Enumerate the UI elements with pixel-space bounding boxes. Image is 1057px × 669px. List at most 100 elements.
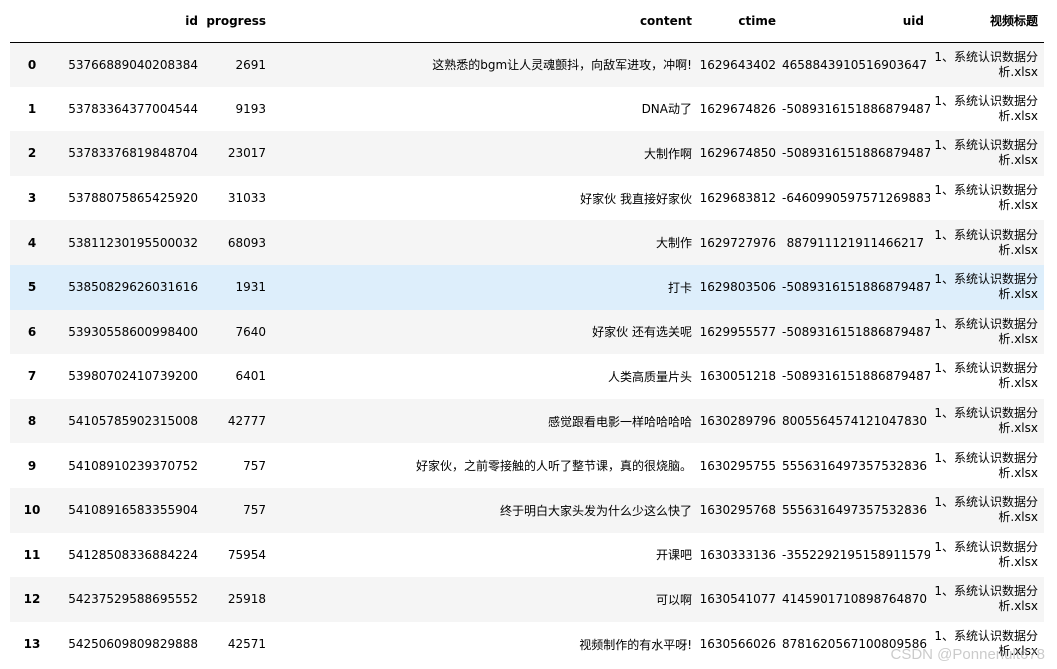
ctime-cell: 1629803506: [699, 280, 776, 295]
uid-cell: 5556316497357532836: [782, 503, 928, 518]
ctime-cell: 1629955577: [699, 324, 776, 339]
id-cell: 54250609809829888: [68, 637, 198, 652]
video-title-cell: 1、系统认识数据分析.xlsx: [934, 495, 1038, 525]
id-cell: 53980702410739200: [68, 369, 198, 384]
content-cell: DNA动了: [641, 102, 692, 117]
header-id: id: [54, 0, 204, 43]
uid-cell: 8781620567100809586: [782, 637, 928, 652]
video-title-cell: 1、系统认识数据分析.xlsx: [934, 450, 1038, 480]
progress-cell: 42571: [227, 637, 266, 652]
content-cell: 大制作: [655, 236, 692, 251]
video-title-cell: 1、系统认识数据分析.xlsx: [934, 406, 1038, 436]
row-index: 11: [23, 547, 41, 562]
content-cell: 打卡: [667, 280, 692, 295]
row-index: 10: [23, 503, 41, 518]
content-cell: 这熟悉的bgm让人灵魂颤抖，向敌军进攻，冲啊!: [432, 58, 692, 73]
table-row: 2 53783376819848704 23017 大制作啊 1629674850 -50…: [10, 131, 1044, 176]
video-title-cell: 1、系统认识数据分析.xlsx: [934, 629, 1038, 659]
progress-cell: 31033: [227, 191, 266, 206]
row-index: 6: [27, 324, 37, 339]
ctime-cell: 1629683812: [699, 191, 776, 206]
progress-cell: 42777: [227, 414, 266, 429]
id-cell: 54105785902315008: [68, 414, 198, 429]
content-cell: 好家伙，之前零接触的人听了整节课，真的很烧脑。: [415, 459, 692, 474]
id-cell: 54108910239370752: [68, 458, 198, 473]
row-index: 2: [27, 146, 37, 161]
ctime-cell: 1629674826: [699, 101, 776, 116]
video-title-cell: 1、系统认识数据分析.xlsx: [934, 361, 1038, 391]
row-index: 0: [27, 57, 37, 72]
progress-cell: 2691: [235, 57, 266, 72]
ctime-cell: 1630289796: [699, 414, 776, 429]
content-cell: 好家伙 我直接好家伙: [580, 191, 692, 206]
video-title-cell: 1、系统认识数据分析.xlsx: [934, 49, 1038, 79]
table-header: id progress content ctime uid 视频标题: [10, 0, 1044, 43]
uid-cell: 887911121911466217: [786, 235, 924, 250]
header-progress: progress: [204, 0, 272, 43]
content-cell: 感觉跟看电影一样哈哈哈哈: [547, 414, 692, 429]
ctime-cell: 1630051218: [699, 369, 776, 384]
row-index: 12: [23, 592, 41, 607]
uid-cell: 8005564574121047830: [782, 414, 928, 429]
ctime-cell: 1630295755: [699, 458, 776, 473]
progress-cell: 757: [243, 503, 266, 518]
uid-cell: -5089316151886879487: [782, 101, 930, 116]
row-index: 13: [23, 637, 41, 652]
content-cell: 可以啊: [655, 592, 692, 607]
header-row: id progress content ctime uid 视频标题: [10, 0, 1044, 43]
progress-cell: 9193: [235, 101, 266, 116]
uid-cell: -6460990597571269883: [782, 191, 930, 206]
uid-cell: -5089316151886879487: [782, 280, 930, 295]
uid-cell: 4145901710898764870: [782, 592, 928, 607]
dataframe-table: id progress content ctime uid 视频标题 0 5376…: [10, 0, 1044, 667]
progress-cell: 68093: [227, 235, 266, 250]
row-index: 8: [27, 414, 37, 429]
header-video-title: 视频标题: [930, 0, 1044, 43]
id-cell: 53788075865425920: [68, 191, 198, 206]
video-title-cell: 1、系统认识数据分析.xlsx: [934, 316, 1038, 346]
table-row: 13 54250609809829888 42571 视频制作的有水平呀! 163056…: [10, 621, 1044, 667]
content-cell: 视频制作的有水平呀!: [579, 637, 692, 652]
id-cell: 53766889040208384: [68, 57, 198, 72]
uid-cell: -5089316151886879487: [782, 324, 930, 339]
video-title-cell: 1、系统认识数据分析.xlsx: [934, 539, 1038, 569]
content-cell: 人类高质量片头: [607, 369, 692, 384]
table-row: 11 54128508336884224 75954 开课吧 1630333136 -35…: [10, 532, 1044, 578]
table-row: 10 54108916583355904 757 终于明白大家头发为什么少这么快了 16…: [10, 487, 1044, 533]
row-index: 7: [27, 369, 37, 384]
id-cell: 53811230195500032: [68, 235, 198, 250]
table-body: 0 53766889040208384 2691 这熟悉的bgm让人灵魂颤抖，向敌军进…: [10, 42, 1044, 667]
table-row: 1 53783364377004544 9193 DNA动了 1629674826 -50…: [10, 86, 1044, 132]
dataframe-output: id progress content ctime uid 视频标题 0 5376…: [10, 0, 1044, 667]
uid-cell: -5089316151886879487: [782, 369, 930, 384]
progress-cell: 75954: [227, 547, 266, 562]
id-cell: 53850829626031616: [68, 280, 198, 295]
table-row: 7 53980702410739200 6401 人类高质量片头 1630051218-…: [10, 354, 1044, 399]
uid-cell: -5089316151886879487: [782, 146, 930, 161]
content-cell: 终于明白大家头发为什么少这么快了: [499, 503, 692, 518]
ctime-cell: 1630295768: [699, 503, 776, 518]
progress-cell: 23017: [227, 146, 266, 161]
header-uid: uid: [782, 0, 930, 43]
video-title-cell: 1、系统认识数据分析.xlsx: [934, 227, 1038, 257]
ctime-cell: 1629643402: [699, 57, 776, 72]
uid-cell: 4658843910516903647: [782, 57, 928, 72]
video-title-cell: 1、系统认识数据分析.xlsx: [934, 183, 1038, 213]
row-index: 9: [27, 458, 37, 473]
table-row: 3 53788075865425920 31033 好家伙 我直接好家伙 1629683…: [10, 175, 1044, 221]
table-row: 9 54108910239370752 757 好家伙，之前零接触的人听了整节课，真的…: [10, 443, 1044, 488]
table-row: 6 53930558600998400 7640 好家伙 还有选关呢 162995557…: [10, 309, 1044, 355]
row-index: 1: [27, 101, 37, 116]
video-title-cell: 1、系统认识数据分析.xlsx: [934, 272, 1038, 302]
id-cell: 53783364377004544: [68, 101, 198, 116]
id-cell: 54128508336884224: [68, 547, 198, 562]
ctime-cell: 1629674850: [699, 146, 776, 161]
uid-cell: 5556316497357532836: [782, 458, 928, 473]
progress-cell: 1931: [235, 280, 266, 295]
ctime-cell: 1630566026: [699, 637, 776, 652]
table-row: 8 54105785902315008 42777 感觉跟看电影一样哈哈哈哈 16302…: [10, 398, 1044, 444]
id-cell: 53930558600998400: [68, 324, 198, 339]
content-cell: 好家伙 还有选关呢: [592, 325, 692, 340]
table-row: 12 54237529588695552 25918 可以啊 1630541077 414…: [10, 577, 1044, 622]
progress-cell: 6401: [235, 369, 266, 384]
